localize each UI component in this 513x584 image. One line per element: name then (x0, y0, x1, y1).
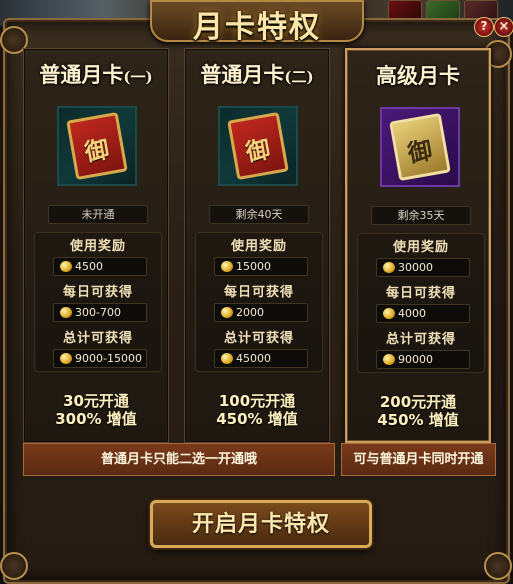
card-bonus: 450% 增值 (377, 411, 459, 429)
daily-value: 300-700 (53, 303, 147, 322)
card-bonus: 300% 增值 (55, 410, 137, 428)
frame-corner-ornament-icon (484, 552, 512, 580)
card-premium[interactable]: 高级月卡 御 剩余35天 使用奖励 30000 每日可获得 4000 总计可获得… (345, 48, 491, 443)
card-title: 普通月卡(一) (39, 62, 153, 87)
normal-card-note-banner: 普通月卡只能二选一开通哦 (23, 443, 335, 476)
total-label: 总计可获得 (385, 332, 456, 347)
frame-corner-ornament-icon (0, 552, 28, 580)
rewards-box: 使用奖励 30000 每日可获得 4000 总计可获得 90000 (357, 233, 485, 373)
rewards-box: 使用奖励 15000 每日可获得 2000 总计可获得 45000 (195, 232, 323, 372)
gold-coin-icon (383, 308, 395, 319)
activate-monthly-card-button[interactable]: 开启月卡特权 (150, 500, 372, 548)
daily-label: 每日可获得 (62, 285, 133, 300)
card-book-icon: 御 (389, 112, 451, 182)
total-value: 9000-15000 (53, 349, 147, 368)
card-art-image: 御 (57, 106, 137, 186)
use-reward-label: 使用奖励 (230, 239, 287, 254)
card-normal-1[interactable]: 普通月卡(一) 御 未开通 使用奖励 4500 每日可获得 300-700 总计… (23, 48, 169, 443)
close-button[interactable]: × (494, 17, 513, 37)
total-label: 总计可获得 (223, 331, 294, 346)
card-status-badge: 未开通 (48, 205, 148, 224)
premium-card-note-banner: 可与普通月卡同时开通 (341, 443, 496, 476)
card-art-image: 御 (380, 107, 460, 187)
gold-coin-icon (383, 354, 395, 365)
daily-value: 4000 (376, 304, 470, 323)
gold-coin-icon (221, 353, 233, 364)
gold-coin-icon (60, 307, 72, 318)
rewards-box: 使用奖励 4500 每日可获得 300-700 总计可获得 9000-15000 (34, 232, 162, 372)
gold-coin-icon (221, 261, 233, 272)
card-status-badge: 剩余35天 (371, 206, 471, 225)
use-reward-label: 使用奖励 (392, 240, 449, 255)
panel-title: 月卡特权 (193, 10, 321, 45)
card-book-icon: 御 (227, 111, 289, 181)
gold-coin-icon (60, 353, 72, 364)
card-book-icon: 御 (66, 111, 128, 181)
daily-label: 每日可获得 (385, 286, 456, 301)
gold-coin-icon (221, 307, 233, 318)
use-reward-value: 30000 (376, 258, 470, 277)
total-value: 45000 (214, 349, 308, 368)
help-button[interactable]: ? (474, 17, 494, 37)
card-title: 普通月卡(二) (200, 62, 314, 87)
card-title: 高级月卡 (376, 63, 460, 88)
total-value: 90000 (376, 350, 470, 369)
card-normal-2[interactable]: 普通月卡(二) 御 剩余40天 使用奖励 15000 每日可获得 2000 总计… (184, 48, 330, 443)
card-art-image: 御 (218, 106, 298, 186)
use-reward-value: 4500 (53, 257, 147, 276)
gold-coin-icon (383, 262, 395, 273)
use-reward-label: 使用奖励 (69, 239, 126, 254)
total-label: 总计可获得 (62, 331, 133, 346)
daily-label: 每日可获得 (223, 285, 294, 300)
card-bonus: 450% 增值 (216, 410, 298, 428)
daily-value: 2000 (214, 303, 308, 322)
gold-coin-icon (60, 261, 72, 272)
use-reward-value: 15000 (214, 257, 308, 276)
card-status-badge: 剩余40天 (209, 205, 309, 224)
